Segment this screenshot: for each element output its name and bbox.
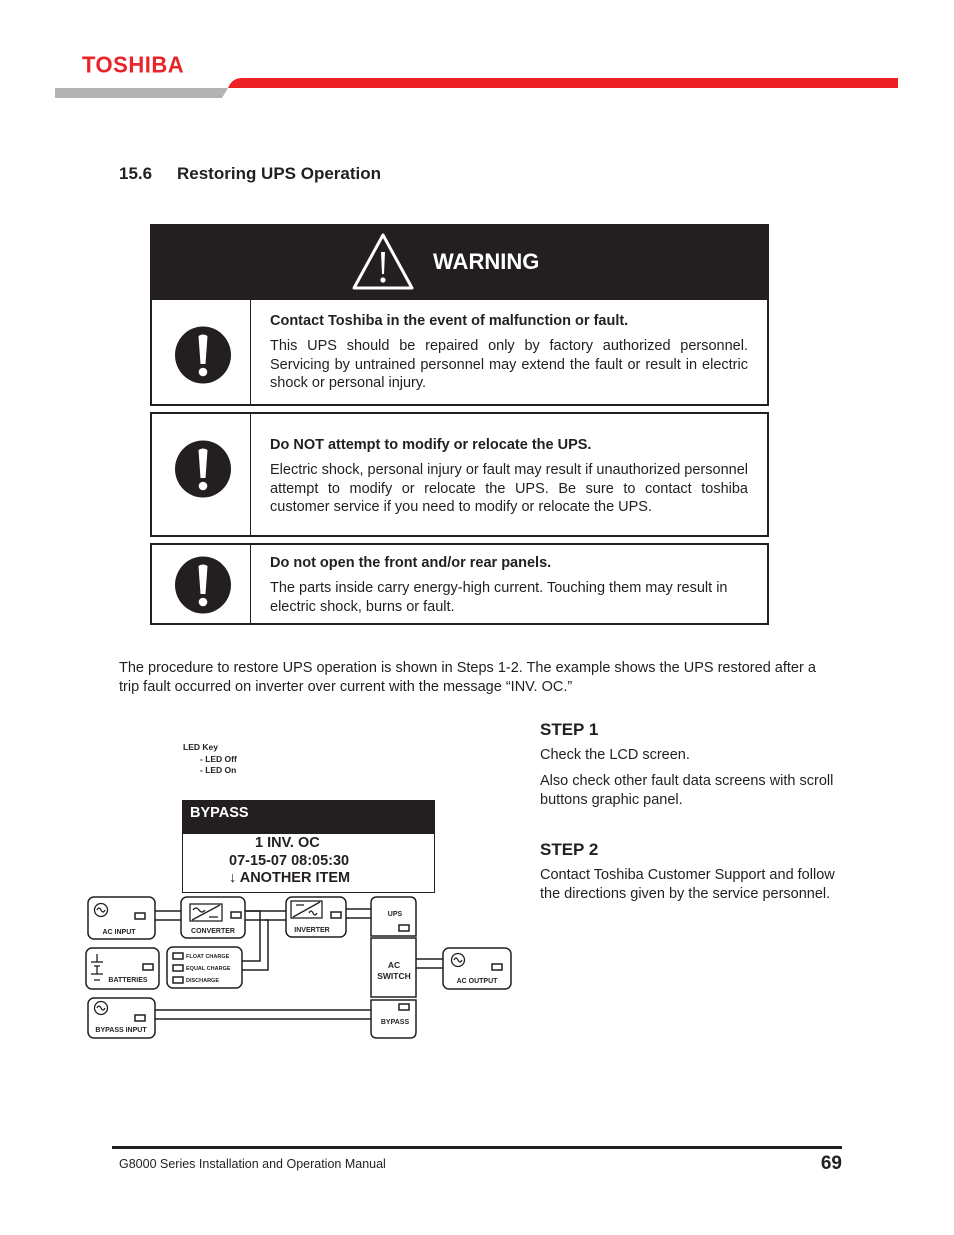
led-discharge [172,976,184,984]
float-charge-label: FLOAT CHARGE [186,954,230,960]
block-ac-switch-label-2: SWITCH [377,971,411,981]
step-1-title: STEP 1 [540,720,599,739]
step-2-title: STEP 2 [540,840,599,859]
step-1-text: Also check other fault data screens with… [540,773,834,808]
block-inverter-label: INVERTER [294,927,329,934]
led-ac-input [134,912,146,920]
equal-charge-label: EQUAL CHARGE [186,966,231,972]
step-1: STEP 1 Check the LCD screen. Also check … [540,720,840,810]
block-converter-label: CONVERTER [191,928,235,935]
discharge-label: DISCHARGE [186,978,219,984]
led-bypass-input [134,1014,146,1022]
led-bypass [398,1003,410,1011]
block-bypass-label: BYPASS [381,1019,410,1026]
footer-manual-title: G8000 Series Installation and Operation … [119,1157,386,1171]
block-ups-label: UPS [388,911,403,918]
block-bypass-input-label: BYPASS INPUT [95,1027,147,1034]
step-2-text: Contact Toshiba Customer Support and fol… [540,867,835,902]
led-converter [230,911,242,919]
block-ac-output-label: AC OUTPUT [457,978,499,985]
ups-mimic-diagram: AC INPUT CONVERTER INVERTER UPS AC SWITC… [85,896,512,1039]
led-batteries [142,963,154,971]
page-number: 69 [820,1153,842,1174]
led-inverter [330,911,342,919]
step-2: STEP 2 Contact Toshiba Customer Support … [540,840,840,904]
led-ups [398,924,410,932]
block-ac-input-label: AC INPUT [102,929,136,936]
footer-rule [112,1146,842,1149]
led-float-charge [172,952,184,960]
led-ac-output [491,963,503,971]
block-batteries-label: BATTERIES [108,977,147,984]
step-1-text: Check the LCD screen. [540,747,690,763]
led-equal-charge [172,964,184,972]
block-ac-switch-label-1: AC [388,960,400,970]
